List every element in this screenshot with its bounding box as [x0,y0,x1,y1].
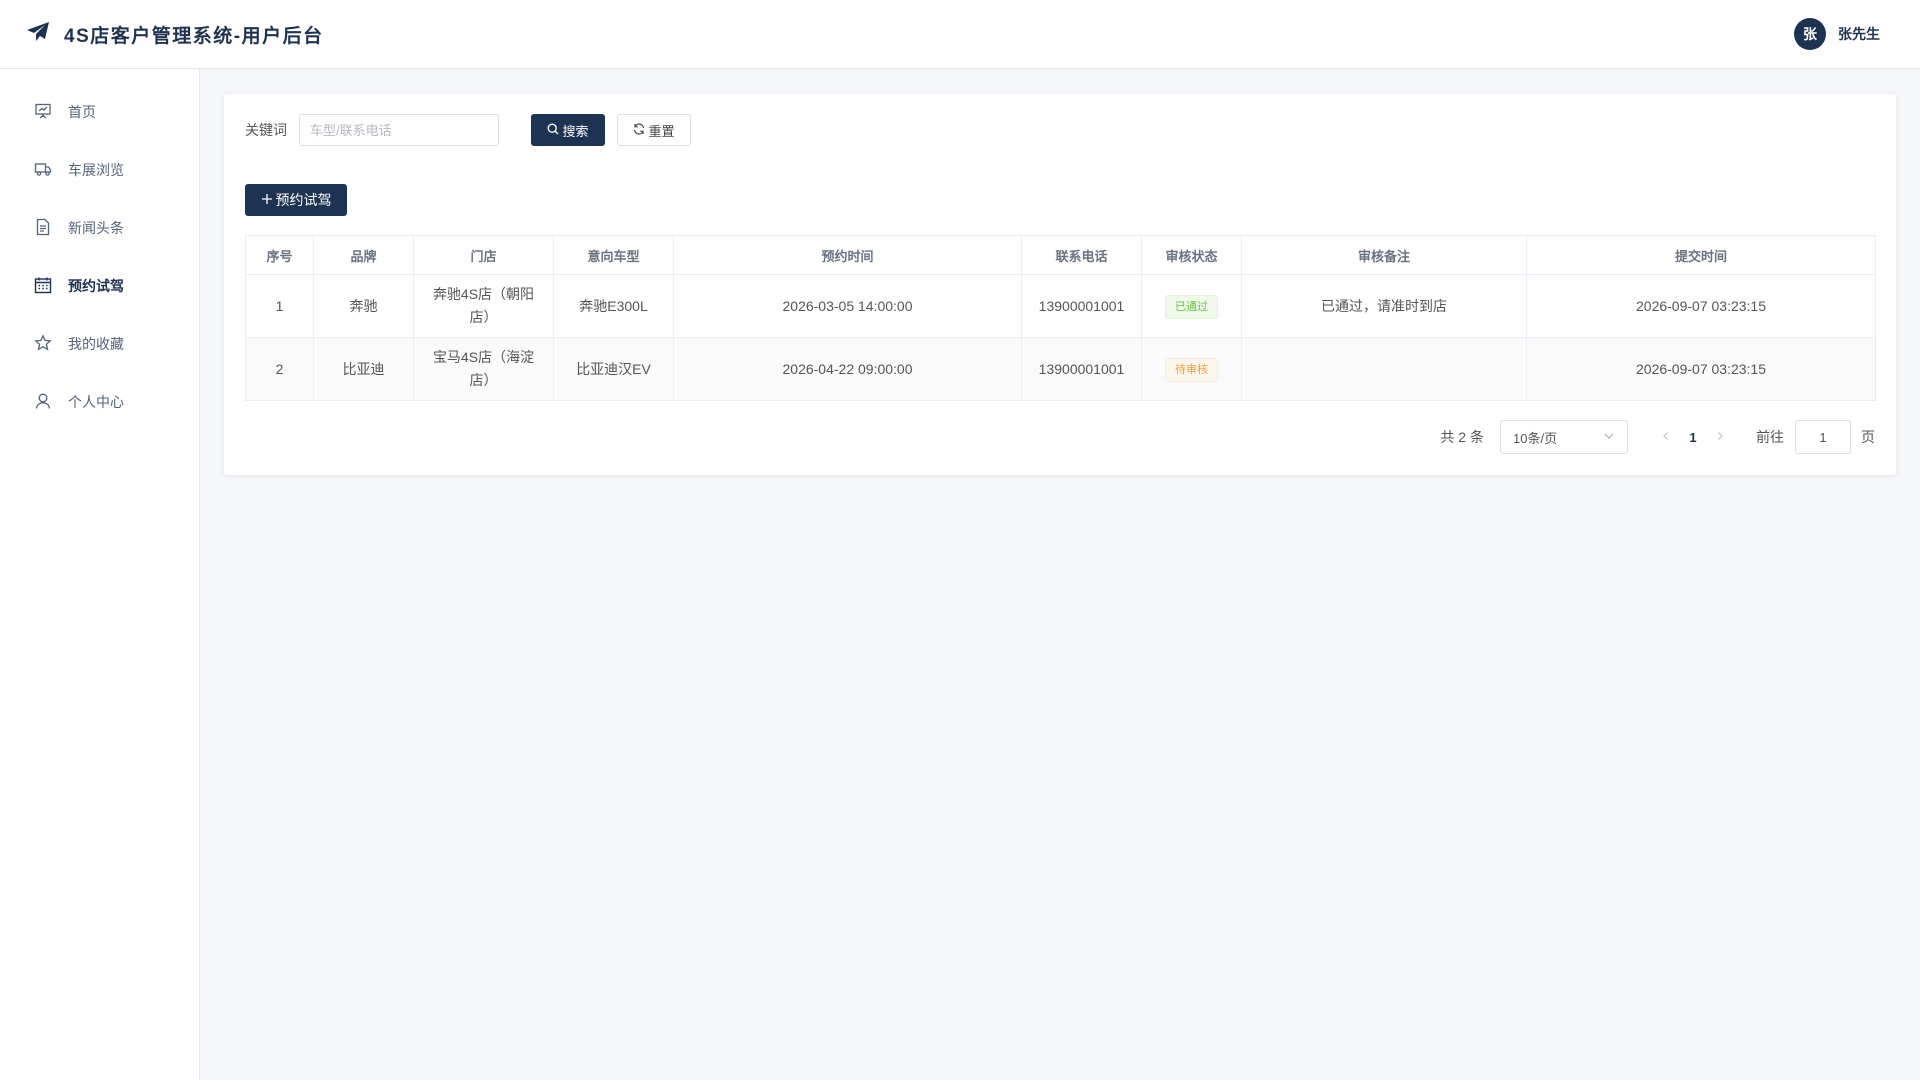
truck-icon [34,160,52,181]
column-header[interactable]: 门店 [413,235,554,275]
add-test-drive-button[interactable]: 预约试驾 [245,184,347,216]
brand: 4S店客户管理系统-用户后台 [26,21,324,48]
cell-phone: 13900001001 [1021,274,1142,338]
column-header[interactable]: 联系电话 [1021,235,1142,275]
cell-model: 比亚迪汉EV [553,337,674,401]
cell-brand: 比亚迪 [313,337,414,401]
column-header[interactable]: 序号 [245,235,314,275]
page-suffix: 页 [1861,429,1875,445]
cell-phone: 13900001001 [1021,337,1142,401]
reset-button-label: 重置 [648,123,675,139]
search-icon [547,123,559,138]
sidebar-item-label: 我的收藏 [68,336,124,352]
add-button-label: 预约试驾 [275,192,332,208]
prev-page-button[interactable] [1656,430,1676,444]
cell-remark: 已通过，请准时到店 [1241,274,1527,338]
search-bar: 关键词 搜索 重置 [245,114,1875,146]
presentation-icon [34,102,52,123]
sidebar-item-profile[interactable]: 个人中心 [0,373,199,431]
sidebar-item-label: 新闻头条 [68,220,124,236]
sidebar-item-test-drive[interactable]: 预约试驾 [0,257,199,315]
sidebar-item-car-show[interactable]: 车展浏览 [0,141,199,199]
next-page-button[interactable] [1710,430,1730,444]
sidebar-item-label: 预约试驾 [68,278,124,294]
column-header[interactable]: 品牌 [313,235,414,275]
main-card: 关键词 搜索 重置 预约试驾 序号 品牌 门 [224,94,1896,475]
cell-status: 待审核 [1141,337,1242,401]
chevron-down-icon [1603,430,1615,445]
cell-index: 2 [245,337,314,401]
star-icon [34,333,52,355]
sidebar-item-label: 首页 [68,104,96,120]
goto-page-input[interactable] [1795,420,1851,454]
goto-label: 前往 [1756,429,1784,445]
sidebar-item-favorites[interactable]: 我的收藏 [0,315,199,373]
cell-appointment-time: 2026-04-22 09:00:00 [673,337,1022,401]
user-name[interactable]: 张先生 [1838,24,1880,44]
table-row[interactable]: 2 比亚迪 宝马4S店（海淀店） 比亚迪汉EV 2026-04-22 09:00… [245,337,1876,401]
table-row[interactable]: 1 奔驰 奔驰4S店（朝阳店） 奔驰E300L 2026-03-05 14:00… [245,274,1876,338]
table-header-row: 序号 品牌 门店 意向车型 预约时间 联系电话 审核状态 审核备注 提交时间 [245,235,1876,275]
refresh-icon [633,122,645,138]
cell-status: 已通过 [1141,274,1242,338]
user-menu[interactable]: 张 张先生 [1794,18,1880,50]
search-button[interactable]: 搜索 [531,114,605,146]
sidebar-item-label: 车展浏览 [68,162,124,178]
column-header[interactable]: 预约时间 [673,235,1022,275]
avatar[interactable]: 张 [1794,18,1826,50]
sidebar-item-news[interactable]: 新闻头条 [0,199,199,257]
plus-icon [261,192,273,208]
user-icon [34,392,52,413]
pagination-total: 共 2 条 [1440,429,1484,445]
cell-remark [1241,337,1527,401]
status-badge: 已通过 [1165,294,1218,319]
search-label: 关键词 [245,122,287,138]
page-size-value: 10条/页 [1513,430,1558,446]
cell-submit-time: 2026-09-07 03:23:15 [1526,337,1876,401]
app-title: 4S店客户管理系统-用户后台 [64,25,324,47]
pagination: 共 2 条 10条/页 1 前往 页 [1440,420,1875,454]
paper-plane-icon [26,21,50,48]
cell-index: 1 [245,274,314,338]
cell-appointment-time: 2026-03-05 14:00:00 [673,274,1022,338]
cell-brand: 奔驰 [313,274,414,338]
top-header: 4S店客户管理系统-用户后台 张 张先生 [0,0,1920,69]
column-header[interactable]: 审核备注 [1241,235,1527,275]
page-size-select[interactable]: 10条/页 [1500,420,1628,454]
sidebar: 首页 车展浏览 新闻头条 预约试驾 我的收藏 个人中心 [0,69,200,1080]
calendar-icon [34,276,52,297]
cell-model: 奔驰E300L [553,274,674,338]
reset-button[interactable]: 重置 [617,114,691,146]
cell-store: 奔驰4S店（朝阳店） [413,274,554,338]
cell-store: 宝马4S店（海淀店） [413,337,554,401]
column-header[interactable]: 意向车型 [553,235,674,275]
document-icon [34,218,52,239]
sidebar-item-label: 个人中心 [68,394,124,410]
status-badge: 待审核 [1165,357,1218,382]
page-number-current[interactable]: 1 [1676,430,1710,445]
cell-submit-time: 2026-09-07 03:23:15 [1526,274,1876,338]
column-header[interactable]: 提交时间 [1526,235,1876,275]
column-header[interactable]: 审核状态 [1141,235,1242,275]
search-button-label: 搜索 [562,123,589,139]
sidebar-item-home[interactable]: 首页 [0,83,199,141]
appointments-table: 序号 品牌 门店 意向车型 预约时间 联系电话 审核状态 审核备注 提交时间 1… [245,235,1876,401]
search-input[interactable] [299,114,499,146]
